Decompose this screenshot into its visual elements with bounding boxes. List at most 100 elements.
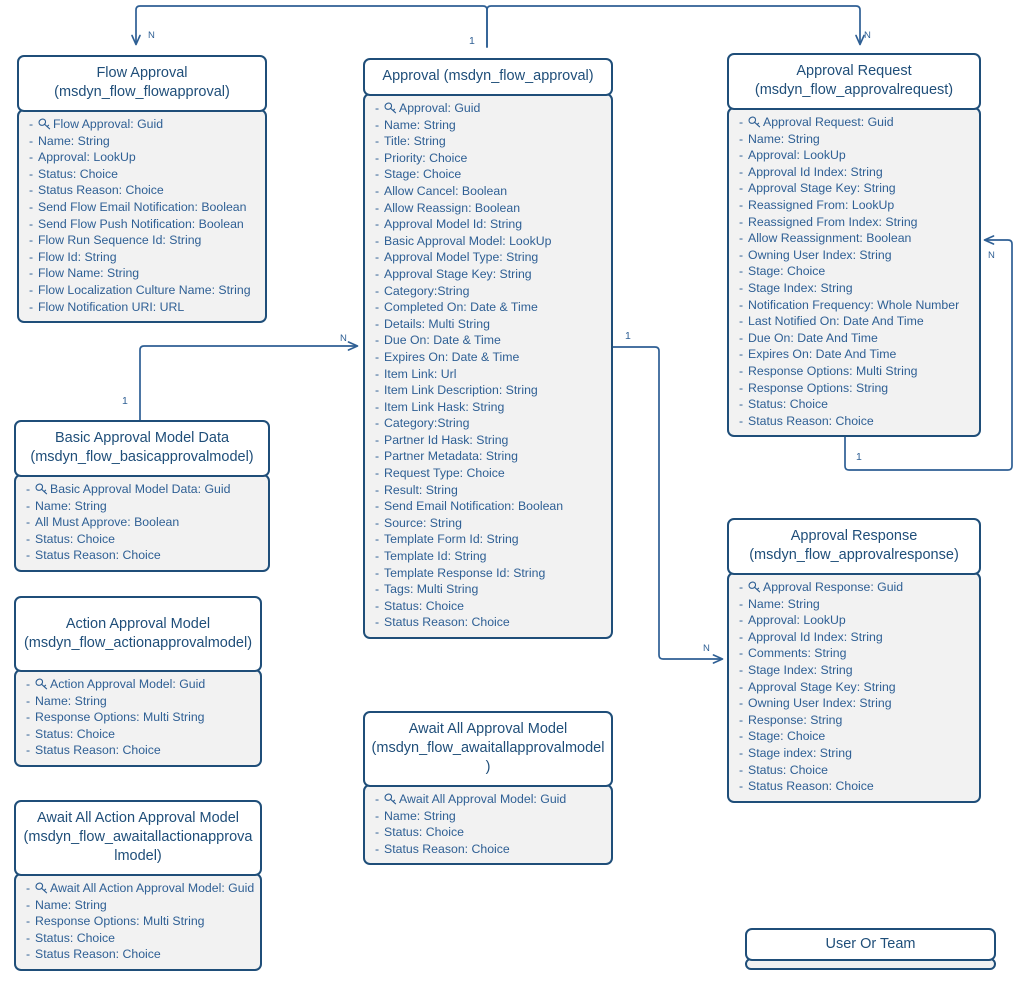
attribute-bullet: - bbox=[375, 582, 380, 597]
attribute-label: Name: String bbox=[384, 117, 456, 132]
attribute-bullet: - bbox=[739, 214, 744, 229]
attribute-bullet: - bbox=[739, 679, 744, 694]
entity-attribute: - Item Link Hask: String bbox=[375, 399, 607, 416]
attribute-label: Name: String bbox=[38, 133, 110, 148]
attribute-bullet: - bbox=[739, 629, 744, 644]
cardinality-approval-right-1: 1 bbox=[625, 330, 631, 342]
attribute-label: Template Response Id: String bbox=[384, 565, 546, 580]
attribute-bullet: - bbox=[739, 297, 744, 312]
entity-attribute: - Comments: String bbox=[739, 645, 975, 662]
attribute-bullet: - bbox=[739, 280, 744, 295]
attribute-label: Partner Metadata: String bbox=[384, 449, 518, 464]
attribute-bullet: - bbox=[29, 249, 34, 264]
cardinality-request-self-1: 1 bbox=[856, 451, 862, 463]
attribute-label: Stage index: String bbox=[748, 745, 852, 760]
entity-attribute: - Priority: Choice bbox=[375, 150, 607, 167]
entity-attribute: - Flow Localization Culture Name: String bbox=[29, 282, 261, 299]
entity-title: Action Approval Model bbox=[65, 615, 211, 632]
attribute-label: Approval Model Id: String bbox=[384, 217, 523, 232]
attribute-label: Request Type: Choice bbox=[384, 466, 505, 481]
entity-attribute-list: - Action Approval Model: Guid - Name: Strin… bbox=[14, 669, 262, 767]
entity-attribute: - Status Reason: Choice bbox=[739, 778, 975, 795]
attribute-label: Send Flow Push Notification: Boolean bbox=[38, 216, 244, 231]
attribute-bullet: - bbox=[739, 164, 744, 179]
attribute-bullet: - bbox=[739, 646, 744, 661]
attribute-label: Template Id: String bbox=[384, 549, 487, 564]
attribute-bullet: - bbox=[375, 150, 380, 165]
attribute-label: Tags: Multi String bbox=[384, 582, 479, 597]
attribute-bullet: - bbox=[375, 841, 380, 856]
entity-title: Flow Approval bbox=[96, 65, 188, 81]
attribute-label: Last Notified On: Date And Time bbox=[748, 314, 924, 329]
entity-attribute: - Await All Action Approval Model: Guid bbox=[26, 880, 256, 897]
attribute-bullet: - bbox=[375, 316, 380, 331]
attribute-bullet: - bbox=[26, 914, 31, 929]
entity-attribute: - Response Options: String bbox=[739, 380, 975, 397]
attribute-label: Name: String bbox=[35, 693, 107, 708]
entity-attribute: - Status: Choice bbox=[739, 396, 975, 413]
entity-attribute: - Flow Notification URI: URL bbox=[29, 299, 261, 316]
entity-await-all-approval-model[interactable]: Await All Approval Model (msdyn_flow_awa… bbox=[363, 711, 613, 866]
attribute-bullet: - bbox=[375, 333, 380, 348]
entity-attribute: - Response Options: Multi String bbox=[26, 913, 256, 930]
attribute-bullet: - bbox=[375, 183, 380, 198]
entity-attribute: - Status Reason: Choice bbox=[26, 742, 256, 759]
entity-await-all-action-approval-model[interactable]: Await All Action Approval Model (msdyn_f… bbox=[14, 800, 262, 971]
attribute-label: Due On: Date And Time bbox=[748, 330, 878, 345]
entity-attribute-list: - Approval: Guid - Name: String - Title: Stri… bbox=[363, 93, 613, 639]
entity-title: Await All Approval Model bbox=[408, 721, 568, 737]
entity-basic-approval-model-data[interactable]: Basic Approval Model Data (msdyn_flow_ba… bbox=[14, 420, 270, 572]
entity-attribute: - Approval Model Id: String bbox=[375, 216, 607, 233]
attribute-bullet: - bbox=[26, 743, 31, 758]
entity-action-approval-model[interactable]: Action Approval Model (msdyn_flow_action… bbox=[14, 596, 262, 767]
attribute-bullet: - bbox=[29, 233, 34, 248]
entity-attribute: - Action Approval Model: Guid bbox=[26, 676, 256, 693]
attribute-bullet: - bbox=[375, 615, 380, 630]
entity-attribute: - Status: Choice bbox=[375, 598, 607, 615]
entity-title: Basic Approval Model Data bbox=[54, 430, 230, 446]
entity-attribute: - Allow Reassign: Boolean bbox=[375, 200, 607, 217]
entity-schema-name: (msdyn_flow_flowapproval) bbox=[54, 84, 230, 100]
attribute-bullet: - bbox=[739, 115, 744, 129]
attribute-bullet: - bbox=[29, 266, 34, 281]
attribute-label: All Must Approve: Boolean bbox=[35, 515, 180, 530]
attribute-bullet: - bbox=[375, 416, 380, 431]
entity-attribute-list: - Flow Approval: Guid - Name: String - Approv… bbox=[17, 109, 267, 324]
attribute-label: Flow Name: String bbox=[38, 266, 140, 281]
entity-user-or-team[interactable]: User Or Team bbox=[745, 928, 996, 970]
attribute-label: Allow Reassign: Boolean bbox=[384, 200, 521, 215]
entity-attribute: - Stage: Choice bbox=[739, 263, 975, 280]
attribute-label: Completed On: Date & Time bbox=[384, 300, 538, 315]
entity-flow-approval[interactable]: Flow Approval (msdyn_flow_flowapproval) … bbox=[17, 55, 267, 324]
entity-attribute: - Flow Approval: Guid bbox=[29, 116, 261, 133]
attribute-bullet: - bbox=[739, 580, 744, 594]
entity-attribute: - Status: Choice bbox=[375, 824, 607, 841]
entity-attribute: - Approval Id Index: String bbox=[739, 164, 975, 181]
entity-attribute: - Name: String bbox=[375, 808, 607, 825]
entity-attribute: - Owning User Index: String bbox=[739, 695, 975, 712]
attribute-label: Response: String bbox=[748, 712, 843, 727]
attribute-bullet: - bbox=[739, 712, 744, 727]
attribute-label: Expires On: Date & Time bbox=[384, 349, 520, 364]
entity-attribute-list: - Approval Request: Guid - Name: String - App… bbox=[727, 107, 981, 438]
attribute-label: Approval Stage Key: String bbox=[384, 266, 532, 281]
entity-schema-name: (msdyn_flow_basicapprovalmodel) bbox=[30, 449, 254, 465]
entity-approval[interactable]: Approval (msdyn_flow_approval) - Approval… bbox=[363, 58, 613, 639]
attribute-bullet: - bbox=[375, 565, 380, 580]
entity-attribute: - Approval Stage Key: String bbox=[739, 679, 975, 696]
attribute-bullet: - bbox=[739, 197, 744, 212]
entity-approval-request[interactable]: Approval Request (msdyn_flow_approvalreq… bbox=[727, 53, 981, 438]
entity-attribute: - Template Response Id: String bbox=[375, 565, 607, 582]
entity-attribute: - Owning User Index: String bbox=[739, 247, 975, 264]
attribute-bullet: - bbox=[375, 515, 380, 530]
attribute-bullet: - bbox=[375, 432, 380, 447]
entity-attribute: - Approval Stage Key: String bbox=[375, 266, 607, 283]
entity-approval-response[interactable]: Approval Response (msdyn_flow_approvalre… bbox=[727, 518, 981, 803]
attribute-label: Approval: Guid bbox=[399, 101, 481, 115]
entity-attribute: - Basic Approval Model: LookUp bbox=[375, 233, 607, 250]
entity-attribute: - Notification Frequency: Whole Number bbox=[739, 297, 975, 314]
entity-attribute: - Name: String bbox=[26, 498, 264, 515]
entity-attribute-list: - Approval Response: Guid - Name: String - Ap… bbox=[727, 572, 981, 803]
attribute-bullet: - bbox=[375, 792, 380, 806]
attribute-label: Name: String bbox=[748, 131, 820, 146]
